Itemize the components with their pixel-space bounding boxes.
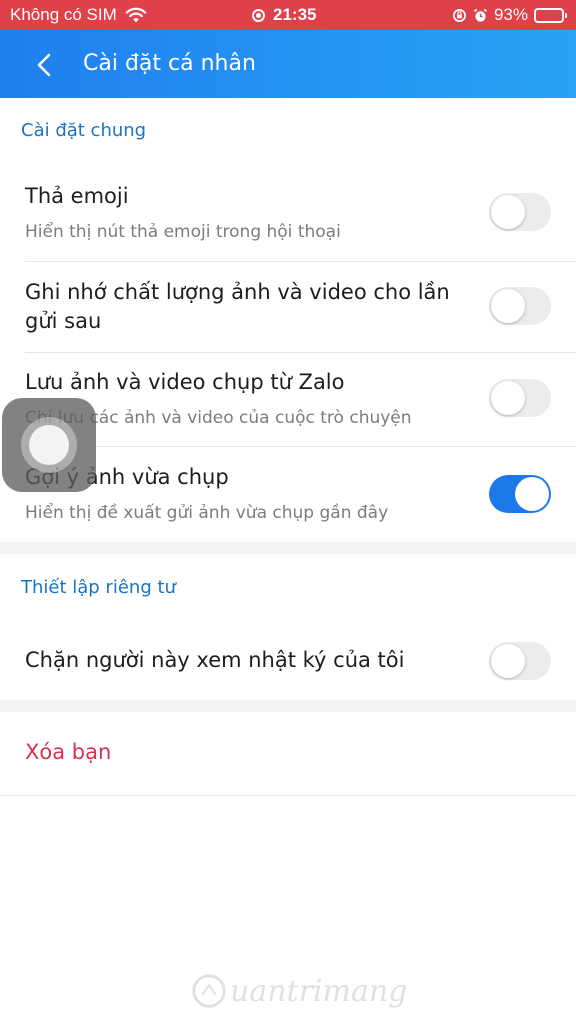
- watermark: uantrimang: [190, 972, 407, 1010]
- watermark-logo-icon: [192, 974, 226, 1008]
- setting-subtitle: Hiển thị nút thả emoji trong hội thoại: [25, 222, 341, 242]
- divider: [0, 795, 576, 796]
- toggle-knob: [491, 644, 525, 678]
- setting-row-media-quality[interactable]: Ghi nhớ chất lượng ảnh và video cho lần …: [0, 262, 576, 352]
- carrier-label: Không có SIM: [10, 5, 117, 24]
- status-right: 93%: [452, 5, 567, 25]
- app-header: Cài đặt cá nhân: [0, 30, 576, 98]
- setting-row-emoji[interactable]: Thả emoji Hiển thị nút thả emoji trong h…: [0, 170, 576, 262]
- rotation-lock-icon: [453, 8, 466, 22]
- toggle-knob: [515, 477, 549, 511]
- watermark-text: uantrimang: [230, 973, 408, 1009]
- setting-title: Lưu ảnh và video chụp từ Zalo: [25, 370, 345, 394]
- toggle-save-media[interactable]: [489, 379, 551, 417]
- section-separator: [0, 542, 576, 554]
- toggle-block-diary[interactable]: [489, 642, 551, 680]
- setting-title: Ghi nhớ chất lượng ảnh và video cho lần …: [25, 280, 450, 333]
- status-left: Không có SIM: [10, 5, 147, 25]
- status-center: 21:35: [252, 5, 316, 25]
- status-bar: Không có SIM 21:35 93%: [0, 0, 576, 30]
- remove-friend-row[interactable]: Xóa bạn: [0, 712, 576, 795]
- setting-row-block-diary[interactable]: Chặn người này xem nhật ký của tôi: [0, 620, 576, 700]
- remove-friend-button[interactable]: Xóa bạn: [25, 740, 111, 764]
- section-title-general: Cài đặt chung: [21, 120, 147, 141]
- screen-record-icon: [252, 8, 265, 22]
- wifi-icon: [125, 7, 147, 23]
- assistive-touch-button[interactable]: [2, 398, 96, 492]
- setting-title: Thả emoji: [25, 184, 129, 208]
- clock-time: 21:35: [273, 5, 317, 24]
- alarm-icon: [473, 8, 488, 22]
- page-title: Cài đặt cá nhân: [83, 51, 256, 76]
- toggle-knob: [491, 381, 525, 415]
- toggle-knob: [491, 195, 525, 229]
- setting-title: Chặn người này xem nhật ký của tôi: [25, 648, 405, 672]
- toggle-emoji[interactable]: [489, 193, 551, 231]
- toggle-media-quality[interactable]: [489, 287, 551, 325]
- toggle-knob: [491, 289, 525, 323]
- section-separator: [0, 700, 576, 712]
- setting-subtitle: Hiển thị đề xuất gửi ảnh vừa chụp gần đâ…: [25, 503, 389, 523]
- battery-percent: 93%: [493, 5, 528, 24]
- battery-icon: [534, 7, 567, 23]
- chevron-left-icon[interactable]: [28, 48, 62, 82]
- toggle-photo-suggestion[interactable]: [489, 475, 551, 513]
- section-title-privacy: Thiết lập riêng tư: [21, 577, 176, 598]
